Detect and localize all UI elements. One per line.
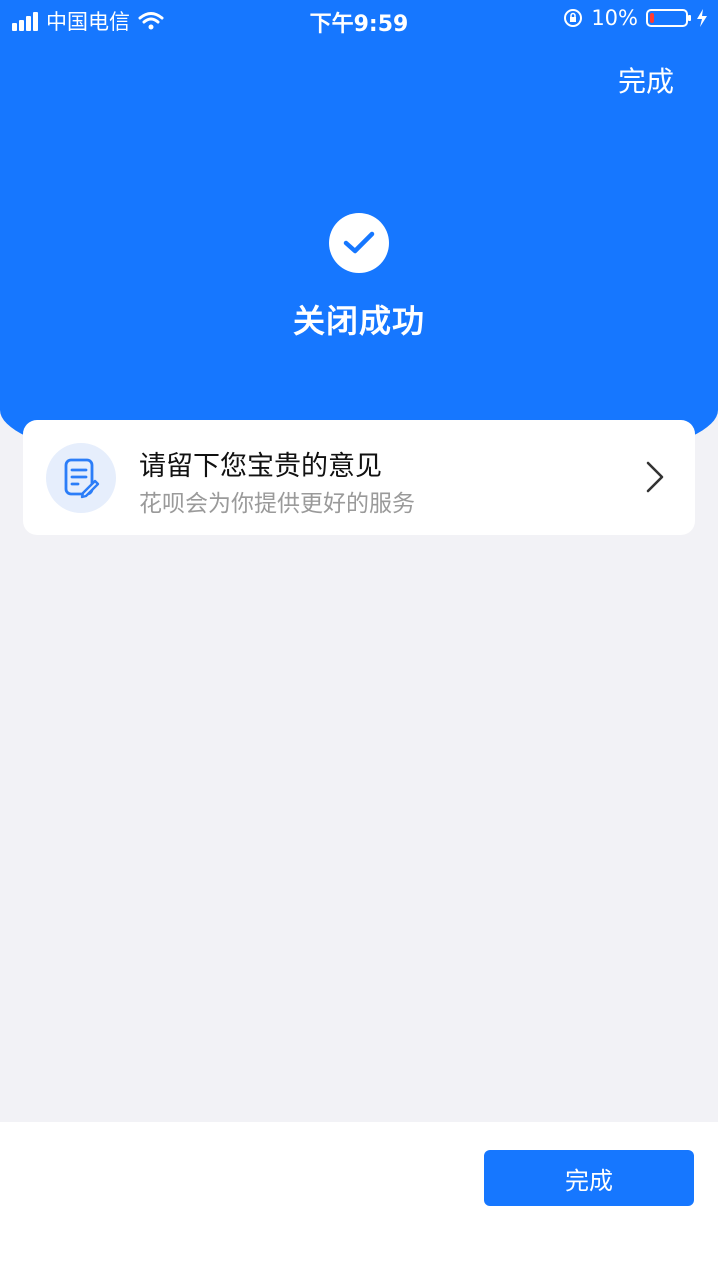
feedback-subtitle: 花呗会为你提供更好的服务 <box>139 491 415 517</box>
success-check-icon <box>329 213 389 273</box>
orientation-lock-icon <box>564 9 583 27</box>
battery-icon <box>646 9 691 27</box>
bottom-bar: 完成 <box>0 1122 718 1280</box>
feedback-card[interactable]: 请留下您宝贵的意见 花呗会为你提供更好的服务 <box>23 420 695 535</box>
result-title: 关闭成功 <box>292 302 425 340</box>
edit-document-icon <box>46 443 116 513</box>
feedback-title: 请留下您宝贵的意见 <box>139 451 382 482</box>
charging-icon <box>697 9 707 27</box>
chevron-right-icon <box>646 461 664 493</box>
done-button[interactable]: 完成 <box>484 1150 694 1206</box>
status-bar: 中国电信 下午9:59 10% <box>0 0 718 40</box>
header-done-button[interactable]: 完成 <box>618 60 674 100</box>
battery-percent: 10% <box>591 6 638 30</box>
